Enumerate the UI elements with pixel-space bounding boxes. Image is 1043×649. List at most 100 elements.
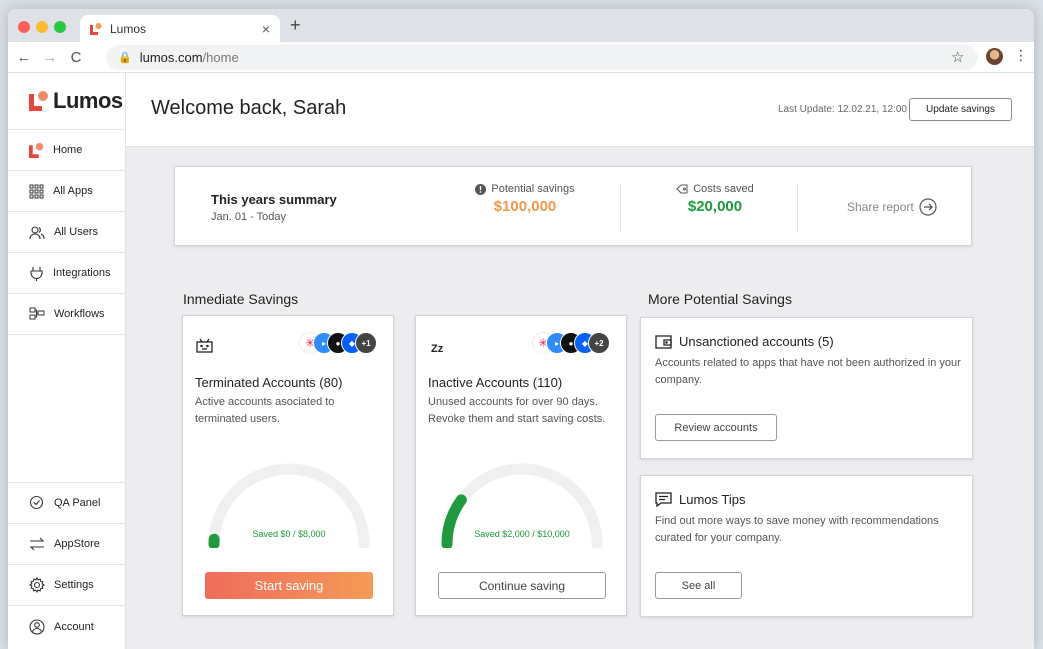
costs-saved-kpi: Costs saved $20,000	[635, 183, 795, 215]
menu-kebab-icon[interactable]: ⋮	[1014, 47, 1028, 64]
arrow-right-circle-icon	[919, 198, 937, 216]
lock-icon: 🔒	[118, 51, 132, 64]
app-logos: ✳ ▸ ● ◆ +2	[532, 332, 622, 354]
grid-icon	[29, 184, 44, 199]
tag-icon	[676, 184, 688, 194]
inactive-accounts-card: Zz ✳ ▸ ● ◆ +2 Inactive Accounts (110) Un…	[415, 315, 627, 616]
forward-icon[interactable]: →	[40, 49, 60, 66]
sidebar-item-label: QA Panel	[54, 497, 100, 509]
sidebar-item-integrations[interactable]: Integrations	[8, 253, 125, 294]
sidebar-item-label: Account	[54, 621, 94, 633]
sidebar-item-all-apps[interactable]: All Apps	[8, 171, 125, 212]
users-icon	[29, 225, 45, 240]
sidebar-item-label: Workflows	[54, 308, 105, 320]
card-description: Accounts related to apps that have not b…	[655, 355, 965, 389]
brand-logo[interactable]: Lumos	[8, 73, 125, 130]
info-icon	[475, 184, 486, 195]
sleep-icon: Zz	[431, 343, 443, 355]
tab-title: Lumos	[110, 22, 146, 36]
card-title: Terminated Accounts (80)	[195, 375, 342, 390]
main-content: Welcome back, Sarah Last Update: 12.02.2…	[126, 73, 1034, 649]
potential-savings-kpi: Potential savings $100,000	[445, 183, 605, 215]
see-all-button[interactable]: See all	[655, 572, 742, 599]
close-tab-icon[interactable]: ×	[262, 21, 270, 37]
sidebar-bottom: QA Panel AppStore Settings Account	[8, 482, 125, 647]
share-report-link[interactable]: Share report	[847, 198, 937, 216]
sidebar-item-workflows[interactable]: Workflows	[8, 294, 125, 335]
maximize-window-button[interactable]	[54, 21, 66, 33]
sidebar-item-label: Integrations	[53, 267, 110, 279]
update-savings-button[interactable]: Update savings	[909, 98, 1012, 121]
account-icon	[29, 619, 45, 635]
new-tab-button[interactable]: +	[290, 15, 301, 36]
summary-title: This years summary	[211, 192, 337, 207]
lumos-favicon-icon	[90, 23, 102, 35]
close-window-button[interactable]	[18, 21, 30, 33]
gear-icon	[29, 577, 45, 593]
sidebar-item-label: All Users	[54, 226, 98, 238]
gauge-label: Saved $2,000 / $10,000	[416, 529, 628, 539]
terminated-accounts-card: ✳ ▸ ● ◆ +1 Terminated Accounts (80) Acti…	[182, 315, 394, 616]
divider	[620, 184, 621, 232]
summary-range: Jan. 01 - Today	[211, 211, 286, 223]
robot-icon	[196, 338, 213, 353]
browser-toolbar: ← → C 🔒 lumos.com/home ☆ ⋮	[8, 42, 1034, 73]
share-report-label: Share report	[847, 200, 914, 214]
brand-name: Lumos	[53, 88, 123, 114]
divider	[797, 184, 798, 232]
url-path: /home	[203, 50, 239, 65]
sidebar-item-all-users[interactable]: All Users	[8, 212, 125, 253]
immediate-savings-heading: Inmediate Savings	[183, 291, 298, 307]
address-bar[interactable]: 🔒 lumos.com/home	[106, 45, 978, 70]
tab-strip: Lumos × +	[8, 9, 1034, 42]
gauge-label: Saved $0 / $8,000	[183, 529, 395, 539]
continue-saving-button[interactable]: Continue saving	[438, 572, 606, 599]
card-description: Active accounts asociated to terminated …	[195, 394, 385, 428]
unsanctioned-accounts-card: Unsanctioned accounts (5) Accounts relat…	[640, 317, 973, 459]
review-accounts-button[interactable]: Review accounts	[655, 414, 777, 441]
more-apps-badge: +1	[355, 332, 377, 354]
bookmark-star-icon[interactable]: ☆	[951, 48, 964, 66]
costs-saved-value: $20,000	[635, 198, 795, 215]
wallet-icon	[655, 335, 672, 349]
more-savings-heading: More Potential Savings	[648, 291, 792, 307]
qa-icon	[29, 495, 45, 511]
potential-savings-label: Potential savings	[491, 183, 574, 195]
message-icon	[655, 492, 672, 507]
url-host: lumos.com	[140, 50, 203, 65]
card-description: Find out more ways to save money with re…	[655, 513, 965, 547]
sidebar-item-label: Home	[53, 144, 82, 156]
card-title: Inactive Accounts (110)	[428, 375, 562, 390]
sidebar: Lumos Home All Apps All Users Integratio…	[8, 73, 126, 649]
start-saving-button[interactable]: Start saving	[205, 572, 373, 599]
sidebar-item-qa-panel[interactable]: QA Panel	[8, 483, 125, 524]
sidebar-item-appstore[interactable]: AppStore	[8, 524, 125, 565]
last-update-text: Last Update: 12.02.21, 12:00	[778, 104, 907, 115]
sidebar-item-home[interactable]: Home	[8, 130, 125, 171]
card-title: Unsanctioned accounts (5)	[679, 334, 834, 349]
costs-saved-label: Costs saved	[693, 183, 754, 195]
summary-card: This years summary Jan. 01 - Today Poten…	[174, 166, 972, 246]
more-apps-badge: +2	[588, 332, 610, 354]
lumos-logo-icon	[29, 91, 49, 111]
sidebar-item-label: AppStore	[54, 538, 100, 550]
back-icon[interactable]: ←	[14, 49, 34, 66]
app-logos: ✳ ▸ ● ◆ +1	[299, 332, 389, 354]
lumos-tips-card: Lumos Tips Find out more ways to save mo…	[640, 475, 973, 617]
sidebar-item-account[interactable]: Account	[8, 606, 125, 647]
browser-tab[interactable]: Lumos ×	[80, 15, 280, 42]
sidebar-item-settings[interactable]: Settings	[8, 565, 125, 606]
lumos-logo-icon	[29, 143, 44, 158]
page-title: Welcome back, Sarah	[151, 97, 346, 120]
sidebar-item-label: All Apps	[53, 185, 93, 197]
minimize-window-button[interactable]	[36, 21, 48, 33]
swap-icon	[29, 537, 45, 551]
reload-icon[interactable]: C	[66, 49, 86, 66]
card-description: Unused accounts for over 90 days. Revoke…	[428, 394, 618, 428]
sidebar-item-label: Settings	[54, 579, 94, 591]
potential-savings-value: $100,000	[445, 198, 605, 215]
workflow-icon	[29, 307, 45, 322]
browser-window: Lumos × + ← → C 🔒 lumos.com/home ☆ ⋮ Lum…	[8, 9, 1034, 649]
profile-avatar[interactable]	[986, 48, 1003, 65]
plug-icon	[29, 266, 44, 281]
